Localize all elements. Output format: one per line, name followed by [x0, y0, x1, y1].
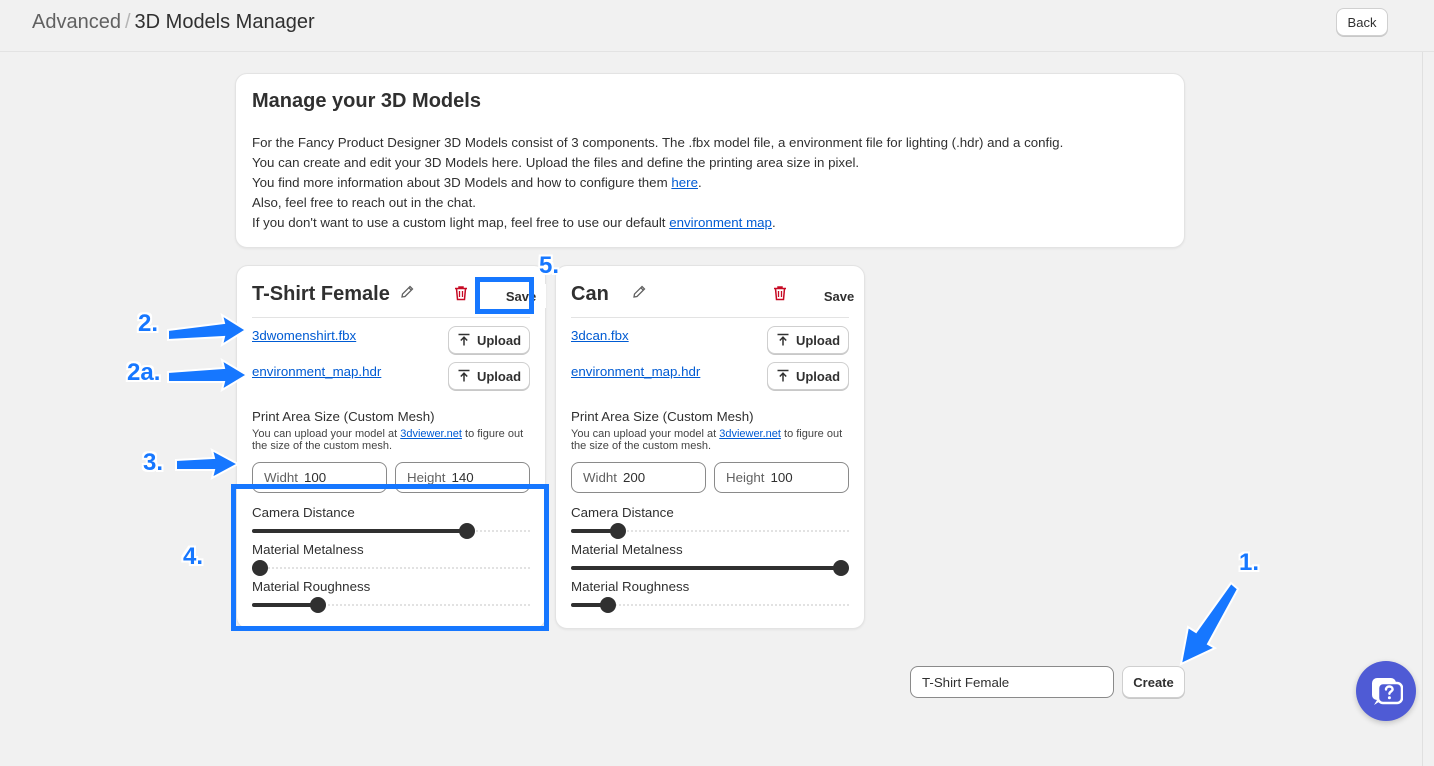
height-value: 100: [770, 470, 793, 485]
intro-line-3: You find more information about 3D Model…: [252, 173, 1168, 193]
upload-icon: [458, 369, 470, 382]
intro-line-1: For the Fancy Product Designer 3D Models…: [252, 135, 1064, 150]
annotation-highlight-sliders: [231, 484, 549, 631]
intro-line-5-text: If you don't want to use a custom light …: [252, 215, 670, 230]
create-button[interactable]: Create: [1122, 666, 1185, 698]
arrow-model-file: [167, 312, 248, 348]
annotation-label-1: 1.: [1239, 549, 1260, 576]
chat-help-button[interactable]: [1356, 661, 1416, 721]
model-card-header: Can Save: [571, 266, 864, 318]
back-button[interactable]: Back: [1336, 8, 1388, 36]
hint-text: You can upload your model at: [252, 428, 401, 440]
material-metalness-label: Material Metalness: [571, 542, 683, 557]
3dviewer-link[interactable]: 3dviewer.net: [400, 428, 462, 440]
environment-map-link[interactable]: environment map: [669, 215, 772, 230]
environment-file-link[interactable]: environment_map.hdr: [252, 364, 381, 379]
upload-label: Upload: [476, 368, 522, 384]
arrow-dimensions: [175, 448, 241, 480]
page-title: 3D Models Manager: [134, 11, 315, 33]
new-model-name-input[interactable]: [910, 666, 1114, 698]
environment-file-row: environment_map.hdr Upload: [252, 354, 530, 390]
print-area-label: Print Area Size (Custom Mesh): [571, 409, 754, 424]
annotation-label-4: 4.: [183, 543, 204, 570]
save-button[interactable]: Save: [814, 284, 864, 308]
upload-label: Upload: [476, 332, 522, 348]
hint-text: You can upload your model at: [571, 428, 720, 440]
intro-card: Manage your 3D Models For the Fancy Prod…: [235, 73, 1185, 248]
upload-icon: [777, 369, 789, 382]
print-area-label: Print Area Size (Custom Mesh): [252, 409, 435, 424]
height-label: Height: [726, 470, 765, 485]
intro-line-2: You can create and edit your 3D Models h…: [252, 155, 860, 170]
model-file-link[interactable]: 3dcan.fbx: [571, 328, 629, 343]
material-metalness-slider[interactable]: [571, 557, 849, 579]
dimension-fields: Widht 200 Height 100: [571, 462, 849, 493]
camera-distance-block: Camera Distance: [571, 505, 849, 542]
print-area-hint: You can upload your model at 3dviewer.ne…: [571, 428, 849, 452]
camera-distance-slider[interactable]: [571, 520, 849, 542]
height-field[interactable]: Height 100: [714, 462, 849, 493]
intro-line-4: Also, feel free to reach out in the chat…: [252, 195, 476, 210]
pencil-icon[interactable]: [631, 284, 647, 300]
annotation-label-3: 3.: [143, 449, 164, 476]
material-roughness-block: Material Roughness: [571, 579, 849, 616]
intro-line-3-text: You find more information about 3D Model…: [252, 175, 672, 190]
annotation-label-2: 2.: [138, 310, 159, 337]
model-card-can: Can Save 3dcan.fbx Upload environment_ma…: [555, 265, 865, 629]
upload-label: Upload: [795, 368, 841, 384]
trash-icon[interactable]: [773, 285, 787, 301]
trash-icon[interactable]: [454, 285, 468, 301]
arrow-create: [1179, 581, 1240, 666]
slider-thumb[interactable]: [610, 523, 627, 539]
intro-title: Manage your 3D Models: [252, 90, 481, 112]
material-metalness-block: Material Metalness: [571, 542, 849, 579]
model-file-row: 3dwomenshirt.fbx Upload: [252, 318, 530, 354]
annotation-label-5: 5.: [539, 252, 560, 279]
upload-environment-button[interactable]: Upload: [448, 362, 530, 390]
help-link[interactable]: here: [671, 175, 698, 190]
intro-line-3-end: .: [697, 175, 702, 190]
slider-thumb[interactable]: [833, 560, 849, 576]
upload-icon: [458, 333, 470, 346]
scrollbar-track: [1422, 52, 1423, 766]
upload-model-button[interactable]: Upload: [767, 326, 849, 354]
height-label: Height: [407, 470, 446, 485]
width-value: 200: [623, 470, 646, 485]
breadcrumb-parent[interactable]: Advanced: [32, 11, 121, 33]
height-value: 140: [451, 470, 474, 485]
material-roughness-slider[interactable]: [571, 594, 849, 616]
breadcrumb: Advanced/3D Models Manager: [32, 11, 315, 34]
material-roughness-label: Material Roughness: [571, 579, 690, 594]
pencil-icon[interactable]: [399, 284, 415, 300]
upload-icon: [777, 333, 789, 346]
top-bar: Advanced/3D Models Manager Back: [0, 0, 1434, 52]
model-title: T-Shirt Female: [252, 283, 390, 305]
annotation-label-2a: 2a.: [127, 359, 161, 386]
width-value: 100: [304, 470, 327, 485]
model-file-row: 3dcan.fbx Upload: [571, 318, 849, 354]
intro-line-5: If you don't want to use a custom light …: [252, 213, 1168, 233]
upload-label: Upload: [795, 332, 841, 348]
camera-distance-label: Camera Distance: [571, 505, 674, 520]
width-label: Widht: [583, 470, 617, 485]
annotation-highlight-save: [475, 277, 534, 314]
breadcrumb-separator: /: [124, 11, 131, 33]
environment-file-row: environment_map.hdr Upload: [571, 354, 849, 390]
width-field[interactable]: Widht 200: [571, 462, 706, 493]
model-title: Can: [571, 283, 609, 305]
upload-environment-button[interactable]: Upload: [767, 362, 849, 390]
chat-help-icon: [1372, 678, 1403, 705]
upload-model-button[interactable]: Upload: [448, 326, 530, 354]
3dviewer-link[interactable]: 3dviewer.net: [719, 428, 781, 440]
slider-thumb[interactable]: [599, 597, 616, 613]
model-file-link[interactable]: 3dwomenshirt.fbx: [252, 328, 356, 343]
intro-line-5-end: .: [771, 215, 776, 230]
environment-file-link[interactable]: environment_map.hdr: [571, 364, 700, 379]
width-label: Widht: [264, 470, 298, 485]
print-area-hint: You can upload your model at 3dviewer.ne…: [252, 428, 530, 452]
